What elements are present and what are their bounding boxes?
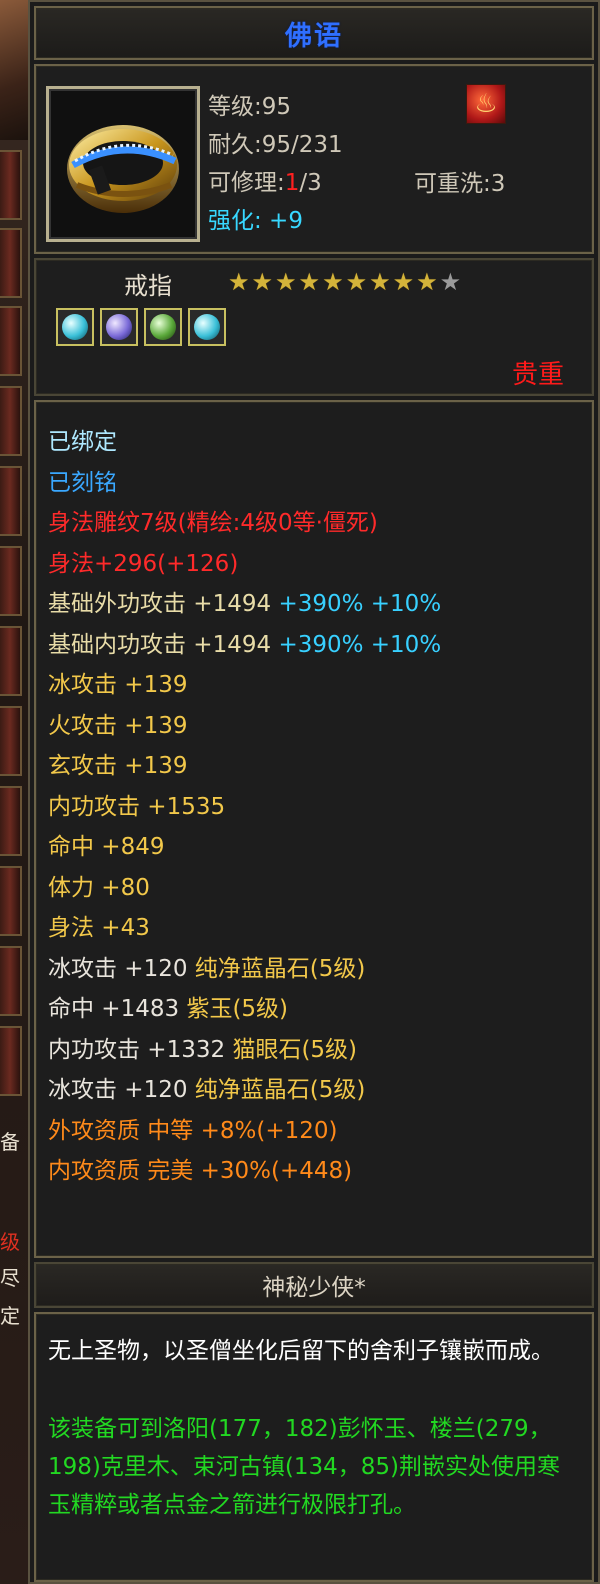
attribute-segment: 内功攻击 +1332 <box>48 1036 233 1063</box>
ring-icon <box>67 125 179 213</box>
repair-max: /3 <box>299 170 322 196</box>
equipment-slot[interactable] <box>0 466 22 536</box>
repair-text: 可修理:1/3 <box>208 164 343 202</box>
gem-icon <box>194 314 220 340</box>
attribute-line: 已绑定 <box>48 429 117 455</box>
gem-icon <box>62 314 88 340</box>
equipment-slot[interactable] <box>0 546 22 616</box>
attribute-segment: +390% +10% <box>278 591 442 617</box>
attribute-line: 外攻资质 中等 +8%(+120) <box>48 1117 338 1144</box>
gem-slot[interactable] <box>56 308 94 346</box>
flame-badge-icon: ♨ <box>466 84 506 124</box>
socket-hint: 该装备可到洛阳(177，182)彭怀玉、楼兰(279，198)克里木、束河古镇(… <box>48 1416 560 1518</box>
equipment-slot[interactable] <box>0 866 22 936</box>
attribute-segment: +390% +10% <box>278 631 442 658</box>
attribute-segment: 冰攻击 +120 <box>48 1077 195 1103</box>
attribute-line: 已刻铭 <box>48 469 117 496</box>
attribute-line: 身法+296(+126) <box>48 550 239 577</box>
item-tooltip: 佛语 ♨ 等级:95 耐久:95/231 可修理:1/3 强化: +9 可重洗:… <box>28 0 600 1584</box>
attribute-segment: 紫玉(5级) <box>186 996 289 1022</box>
tooltip-title-bar: 佛语 <box>34 6 594 60</box>
durability-text: 耐久:95/231 <box>208 132 343 158</box>
attribute-line: 玄攻击 +139 <box>48 753 188 779</box>
gem-sockets <box>56 308 226 346</box>
star-filled-icon: ★ <box>345 268 370 296</box>
description-panel: 无上圣物，以圣僧坐化后留下的舍利子镶嵌而成。 该装备可到洛阳(177，182)彭… <box>34 1312 594 1582</box>
star-filled-icon: ★ <box>392 268 417 296</box>
star-filled-icon: ★ <box>251 268 276 296</box>
star-rating: ★★★★★★★★★★ <box>228 268 463 296</box>
attribute-line: 内功攻击 +1332 猫眼石(5级) <box>48 1030 441 1071</box>
attribute-line: 基础外功攻击 +1494 +390% +10% <box>48 584 441 625</box>
equipment-slot[interactable] <box>0 1026 22 1096</box>
maker-bar: 神秘少侠* <box>34 1262 594 1308</box>
star-filled-icon: ★ <box>228 268 252 296</box>
level-text: 等级:95 <box>208 94 292 120</box>
attribute-segment: 纯净蓝晶石(5级) <box>194 955 366 982</box>
gem-icon <box>106 314 132 340</box>
star-empty-icon: ★ <box>439 268 464 296</box>
attribute-line: 体力 +80 <box>48 874 150 901</box>
attribute-list: 已绑定已刻铭身法雕纹7级(精绘:4级0等·僵死) 身法+296(+126) 基础外功… <box>48 422 441 1192</box>
background-text: 尽 <box>0 1266 20 1290</box>
item-name: 佛语 <box>285 20 343 52</box>
star-filled-icon: ★ <box>275 268 299 296</box>
gem-slot[interactable] <box>144 308 182 346</box>
attribute-segment: 猫眼石(5级) <box>232 1036 358 1063</box>
rarity-label: 贵重 <box>511 360 564 390</box>
rewash-text: 可重洗:3 <box>414 171 506 197</box>
attribute-line: 内功攻击 +1535 <box>48 793 226 820</box>
equipment-slot[interactable] <box>0 306 22 376</box>
equipment-slot[interactable] <box>0 786 22 856</box>
equipment-slot[interactable] <box>0 626 22 696</box>
gem-slot[interactable] <box>100 308 138 346</box>
star-filled-icon: ★ <box>369 268 393 296</box>
attribute-segment: 命中 +1483 <box>48 996 187 1022</box>
background-text: 备 <box>0 1130 20 1154</box>
item-info-panel: ♨ 等级:95 耐久:95/231 可修理:1/3 强化: +9 可重洗:3 <box>34 64 594 254</box>
attribute-segment: 纯净蓝晶石(5级) <box>194 1077 366 1103</box>
attribute-line: 身法雕纹7级(精绘:4级0等·僵死) <box>48 510 378 536</box>
equipment-slot[interactable] <box>0 150 22 220</box>
background-game-ui: 备 级 尽 定 <box>0 0 28 1584</box>
repair-label: 可修理: <box>208 170 285 196</box>
item-type-panel: 戒指 ★★★★★★★★★★ 贵重 <box>34 258 594 396</box>
enhance-text: 强化: +9 <box>208 208 303 234</box>
star-filled-icon: ★ <box>322 268 346 296</box>
attribute-line: 冰攻击 +139 <box>48 672 188 698</box>
equipment-slot[interactable] <box>0 386 22 456</box>
item-icon-frame[interactable] <box>46 86 200 242</box>
item-description: 无上圣物，以圣僧坐化后留下的舍利子镶嵌而成。 <box>48 1338 554 1364</box>
attribute-line: 内攻资质 完美 +30%(+448) <box>48 1158 353 1184</box>
equipment-slot[interactable] <box>0 946 22 1016</box>
star-filled-icon: ★ <box>298 268 323 296</box>
attribute-line: 火攻击 +139 <box>48 712 188 739</box>
item-stats: 等级:95 耐久:95/231 可修理:1/3 强化: +9 <box>208 88 343 240</box>
attribute-line: 命中 +849 <box>48 834 165 860</box>
item-type: 戒指 <box>124 272 172 300</box>
background-text: 级 <box>0 1230 20 1254</box>
attribute-segment: 基础内功攻击 +1494 <box>48 631 279 658</box>
attribute-line: 身法 +43 <box>48 915 150 941</box>
attribute-line: 冰攻击 +120 纯净蓝晶石(5级) <box>48 949 441 990</box>
attribute-line: 命中 +1483 紫玉(5级) <box>48 989 441 1030</box>
equipment-slot[interactable] <box>0 228 22 298</box>
maker-name: 神秘少侠* <box>262 1275 366 1301</box>
star-filled-icon: ★ <box>416 268 440 296</box>
gem-icon <box>150 314 176 340</box>
attribute-segment: 基础外功攻击 +1494 <box>48 591 279 617</box>
equipment-slot[interactable] <box>0 706 22 776</box>
gem-slot[interactable] <box>188 308 226 346</box>
character-portrait <box>0 0 28 140</box>
attribute-line: 基础内功攻击 +1494 +390% +10% <box>48 625 441 666</box>
attribute-line: 冰攻击 +120 纯净蓝晶石(5级) <box>48 1070 441 1111</box>
attribute-panel: 已绑定已刻铭身法雕纹7级(精绘:4级0等·僵死) 身法+296(+126) 基础外功… <box>34 400 594 1258</box>
attribute-segment: 冰攻击 +120 <box>48 955 195 982</box>
repair-current: 1 <box>284 170 300 196</box>
background-text: 定 <box>0 1304 20 1328</box>
